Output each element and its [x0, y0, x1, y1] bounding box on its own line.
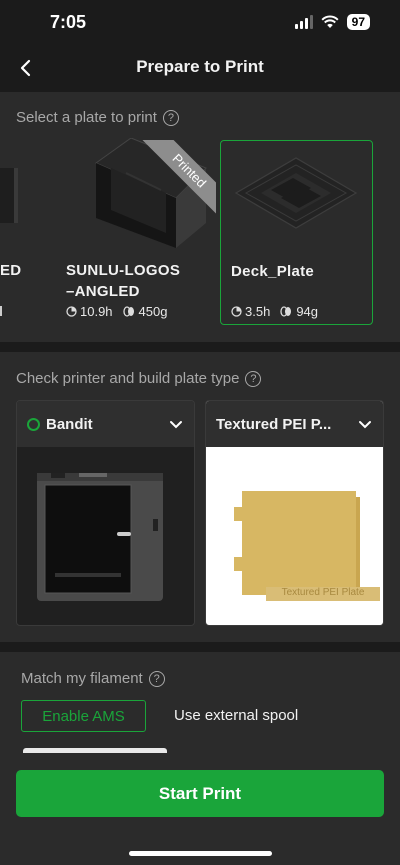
plate-thumbnail — [0, 168, 18, 223]
filament-slot[interactable] — [23, 748, 167, 753]
printer-plate-section: Check printer and build plate type ? Ban… — [0, 352, 400, 642]
plate-card[interactable]: Printed SUNLU-LOGOS –ANGLED 10.9h 450g — [66, 138, 216, 325]
filament-weight: 450g — [122, 304, 168, 319]
filament-section: Match my filament ? Enable AMS Use exter… — [0, 652, 400, 865]
status-icons: 97 — [294, 14, 370, 30]
filament-spool-icon — [280, 306, 292, 317]
plate-name-line1: SUNLU-LOGOS — [66, 262, 181, 279]
plate-selection-section: Select a plate to print ? ED Printed SUN… — [0, 92, 400, 342]
print-time: 10.9h — [66, 304, 113, 319]
printer-image — [37, 473, 163, 601]
wifi-icon — [321, 15, 339, 28]
plate-thumbnail — [234, 157, 358, 229]
use-external-spool-button[interactable]: Use external spool — [174, 707, 298, 724]
printed-badge: Printed — [136, 140, 216, 220]
cellular-signal-icon — [294, 15, 313, 29]
plate-meta: 3.5h 94g — [231, 304, 318, 319]
print-time-value: 10.9h — [80, 304, 113, 319]
plate-name: Deck_Plate — [231, 263, 315, 280]
plate-card[interactable]: ED — [0, 140, 40, 325]
print-time-value: 3.5h — [245, 304, 271, 319]
plate-type-selector[interactable]: Textured PEI P... Textured PEI Plate — [205, 400, 384, 626]
printer-title-label: Check printer and build plate type — [16, 370, 240, 387]
header: Prepare to Print — [0, 44, 400, 92]
battery-indicator: 97 — [346, 14, 370, 30]
help-icon[interactable]: ? — [162, 109, 179, 126]
status-bar: 7:05 97 — [0, 0, 400, 44]
plate-name-line2: –ANGLED — [66, 283, 140, 300]
filament-weight: 94g — [280, 304, 318, 319]
plate-meta — [0, 304, 2, 316]
plate-card-selected[interactable]: Deck_Plate 3.5h 94g — [220, 140, 373, 325]
clock-icon — [231, 306, 242, 317]
section-title-printer: Check printer and build plate type ? — [16, 370, 262, 387]
printer-selector[interactable]: Bandit — [16, 400, 195, 626]
printer-name: Bandit — [46, 415, 93, 433]
printer-status-icon — [27, 417, 40, 431]
plate-type-name: Textured PEI P... — [216, 415, 332, 433]
print-time: 3.5h — [231, 304, 270, 319]
build-plate-label: Textured PEI Plate — [281, 587, 365, 598]
printer-selector-header[interactable]: Bandit — [17, 401, 194, 447]
filament-spool-icon — [122, 306, 134, 317]
section-title-filament: Match my filament ? — [21, 670, 165, 687]
chevron-down-icon — [170, 421, 182, 429]
filament-weight-value: 450g — [138, 304, 168, 319]
plate-meta: 10.9h 450g — [66, 304, 167, 319]
plate-name: ED — [0, 262, 22, 279]
help-icon[interactable]: ? — [245, 370, 262, 387]
plate-type-selector-header[interactable]: Textured PEI P... — [206, 401, 383, 447]
page-title: Prepare to Print — [136, 57, 264, 76]
help-icon[interactable]: ? — [148, 670, 165, 687]
build-plate-image — [234, 491, 380, 601]
home-indicator[interactable] — [129, 851, 272, 856]
chevron-down-icon — [359, 421, 371, 429]
enable-ams-button[interactable]: Enable AMS — [21, 700, 146, 732]
printed-ribbon: Printed — [142, 140, 216, 218]
filament-weight-value: 94g — [296, 304, 319, 319]
start-print-button[interactable]: Start Print — [16, 770, 384, 817]
status-time: 7:05 — [50, 12, 87, 32]
plates-title-label: Select a plate to print — [16, 109, 157, 126]
clock-icon — [66, 306, 77, 317]
plate-name: SUNLU-LOGOS –ANGLED — [66, 260, 180, 302]
filament-title-label: Match my filament — [21, 670, 143, 687]
section-title-plates: Select a plate to print ? — [16, 109, 179, 126]
